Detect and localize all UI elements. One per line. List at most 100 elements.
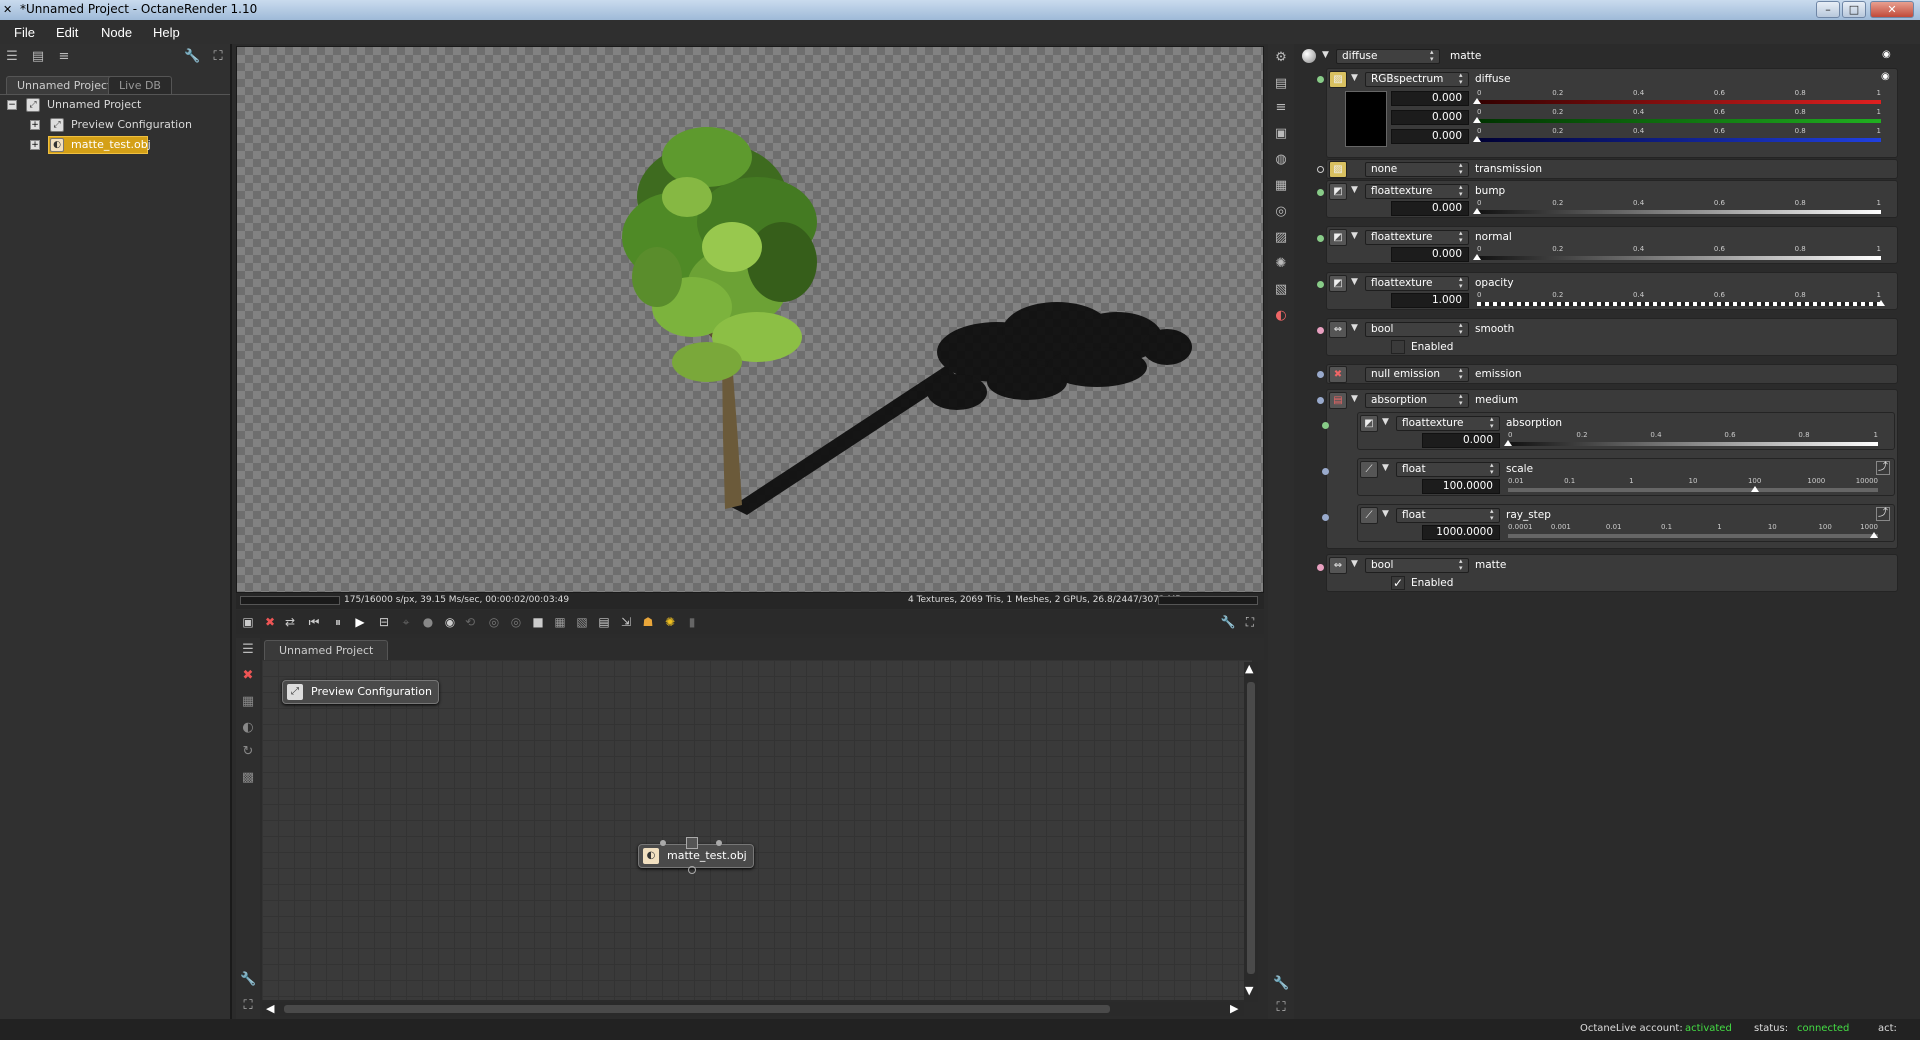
- pin-matte[interactable]: [1317, 564, 1324, 571]
- focus-picker-icon[interactable]: ⌖: [398, 614, 414, 630]
- ray-step-slider[interactable]: 0.0001 0.001 0.01 0.1 1 10 100 1000: [1508, 523, 1878, 539]
- restart-render-icon[interactable]: ⇄: [282, 614, 298, 630]
- pin-normal[interactable]: [1317, 235, 1324, 242]
- red-value[interactable]: 0.000: [1391, 91, 1469, 106]
- render-target-node-icon[interactable]: ✖: [240, 668, 256, 684]
- decal-icon[interactable]: ▤: [596, 614, 612, 630]
- collapse-triangle-icon[interactable]: ▼: [1351, 559, 1358, 569]
- layers-icon[interactable]: ▤: [1273, 76, 1289, 92]
- node-preview-configuration[interactable]: ⤢ Preview Configuration: [282, 680, 439, 704]
- camera-reset-icon[interactable]: ◎: [486, 614, 502, 630]
- horizontal-scroll-thumb[interactable]: [284, 1005, 1110, 1013]
- menu-node[interactable]: Node: [101, 25, 132, 40]
- nodegraph-horizontal-scrollbar[interactable]: ◀ ▶: [262, 1002, 1244, 1016]
- tab-nodegraph-unnamed-project[interactable]: Unnamed Project: [264, 640, 389, 660]
- clay-mode-icon[interactable]: ▦: [552, 614, 568, 630]
- node-graph-canvas[interactable]: ⤢ Preview Configuration ◐ matte_test.obj: [262, 660, 1252, 1000]
- collapse-triangle-icon[interactable]: ▼: [1382, 509, 1389, 519]
- nodegraph-fullscreen-icon[interactable]: ⛶: [240, 998, 256, 1014]
- pin-diffuse[interactable]: [1317, 76, 1324, 83]
- absorption-value[interactable]: 0.000: [1422, 433, 1500, 448]
- fullscreen-icon[interactable]: ⛶: [210, 49, 226, 65]
- node-input-pin[interactable]: [660, 840, 666, 846]
- bump-type-select[interactable]: floattexture: [1365, 184, 1469, 199]
- layers-icon[interactable]: ▤: [30, 49, 46, 65]
- transmission-type-select[interactable]: none: [1365, 162, 1469, 177]
- green-value[interactable]: 0.000: [1391, 110, 1469, 125]
- minimize-button[interactable]: –: [1816, 1, 1840, 18]
- picture-icon[interactable]: ▨: [1273, 230, 1289, 246]
- node-input-pin[interactable]: [716, 840, 722, 846]
- save-render-icon[interactable]: ▣: [240, 614, 256, 630]
- list-icon[interactable]: ≡: [56, 49, 72, 65]
- collapse-triangle-icon[interactable]: ▼: [1351, 73, 1358, 83]
- pin-opacity[interactable]: [1317, 281, 1324, 288]
- stop-render-icon[interactable]: ✖: [262, 614, 278, 630]
- scroll-right-arrow-icon[interactable]: ▶: [1230, 1002, 1238, 1015]
- pin-smooth[interactable]: [1317, 327, 1324, 334]
- maximize-button[interactable]: □: [1842, 1, 1866, 18]
- opacity-slider[interactable]: 0 0.2 0.4 0.6 0.8 1: [1477, 291, 1885, 307]
- viewport-settings-wrench-icon[interactable]: 🔧: [1220, 614, 1236, 630]
- camera-node-icon[interactable]: ▩: [240, 770, 256, 786]
- sun-icon[interactable]: ✺: [662, 614, 678, 630]
- tree-item-matte-test-obj[interactable]: + ◐ matte_test.obj: [6, 136, 226, 154]
- tab-unnamed-project[interactable]: Unnamed Project: [6, 76, 123, 94]
- eye-icon[interactable]: ◉: [1881, 71, 1890, 82]
- collapse-triangle-icon[interactable]: ▼: [1351, 231, 1358, 241]
- viewport-fullscreen-icon[interactable]: ⛶: [1242, 614, 1258, 630]
- play-icon[interactable]: ▶: [352, 614, 368, 630]
- table-icon[interactable]: ▦: [1273, 178, 1289, 194]
- image-icon[interactable]: ▣: [1273, 126, 1289, 142]
- outliner-view-icon[interactable]: ☰: [4, 49, 20, 65]
- color-swatch[interactable]: [1345, 91, 1387, 147]
- scale-slider[interactable]: 0.01 0.1 1 10 100 1000 10000: [1508, 477, 1878, 493]
- smooth-checkbox[interactable]: [1391, 340, 1405, 354]
- node-input-pin[interactable]: [686, 837, 698, 849]
- curve-icon[interactable]: ⤴: [1876, 461, 1890, 475]
- node-output-pin[interactable]: [688, 866, 696, 874]
- red-slider[interactable]: 0 0.2 0.4 0.6 0.8 1: [1473, 89, 1881, 105]
- texture-node-icon[interactable]: ↻: [240, 744, 256, 760]
- graph-icon[interactable]: ▧: [1273, 282, 1289, 298]
- lock-icon[interactable]: ▮: [684, 614, 700, 630]
- absorption-slider[interactable]: 0 0.2 0.4 0.6 0.8 1: [1504, 431, 1878, 447]
- sun-icon[interactable]: ✺: [1273, 256, 1289, 272]
- close-button[interactable]: ✕: [1870, 1, 1914, 18]
- scroll-down-arrow-icon[interactable]: ▼: [1245, 984, 1253, 997]
- tree-item-preview-configuration[interactable]: + ⤢ Preview Configuration: [6, 116, 226, 134]
- collapse-icon[interactable]: −: [7, 100, 17, 110]
- mesh-object-icon[interactable]: ◐: [1273, 308, 1289, 324]
- list-icon[interactable]: ≡: [1273, 100, 1289, 116]
- render-viewport[interactable]: [236, 46, 1264, 593]
- tree-item-unnamed-project[interactable]: − ⤢ Unnamed Project: [6, 96, 226, 114]
- matte-checkbox[interactable]: ✓: [1391, 576, 1405, 590]
- blue-slider[interactable]: 0 0.2 0.4 0.6 0.8 1: [1473, 127, 1881, 143]
- absorption-type-select[interactable]: floattexture: [1396, 416, 1500, 431]
- opacity-value[interactable]: 1.000: [1391, 293, 1469, 308]
- bump-slider[interactable]: 0 0.2 0.4 0.6 0.8 1: [1473, 199, 1881, 215]
- material-node-icon[interactable]: ◐: [240, 720, 256, 736]
- menu-help[interactable]: Help: [153, 25, 180, 40]
- blue-value[interactable]: 0.000: [1391, 129, 1469, 144]
- rewind-icon[interactable]: ⏮: [306, 614, 322, 630]
- pin-absorption[interactable]: [1322, 422, 1329, 429]
- green-slider[interactable]: 0 0.2 0.4 0.6 0.8 1: [1473, 108, 1881, 124]
- expand-icon[interactable]: +: [30, 140, 40, 150]
- object-picker-icon[interactable]: ◉: [442, 614, 458, 630]
- scale-value[interactable]: 100.0000: [1422, 479, 1500, 494]
- pause-icon[interactable]: ⏸: [330, 614, 346, 630]
- nodegraph-vertical-scrollbar[interactable]: ▲ ▼: [1244, 662, 1258, 1002]
- database-icon[interactable]: ◎: [1273, 204, 1289, 220]
- pin-medium[interactable]: [1317, 397, 1324, 404]
- scroll-up-arrow-icon[interactable]: ▲: [1245, 662, 1253, 675]
- pin-bump[interactable]: [1317, 189, 1324, 196]
- opacity-type-select[interactable]: floattexture: [1365, 276, 1469, 291]
- normal-type-select[interactable]: floattexture: [1365, 230, 1469, 245]
- curve-icon[interactable]: ⤴: [1876, 507, 1890, 521]
- export-icon[interactable]: ⇲: [618, 614, 634, 630]
- subsample-icon[interactable]: ▧: [574, 614, 590, 630]
- white-balance-icon[interactable]: ⟲: [462, 614, 478, 630]
- geometry-icon[interactable]: ◍: [1273, 152, 1289, 168]
- nodegraph-menu-icon[interactable]: ☰: [240, 642, 256, 658]
